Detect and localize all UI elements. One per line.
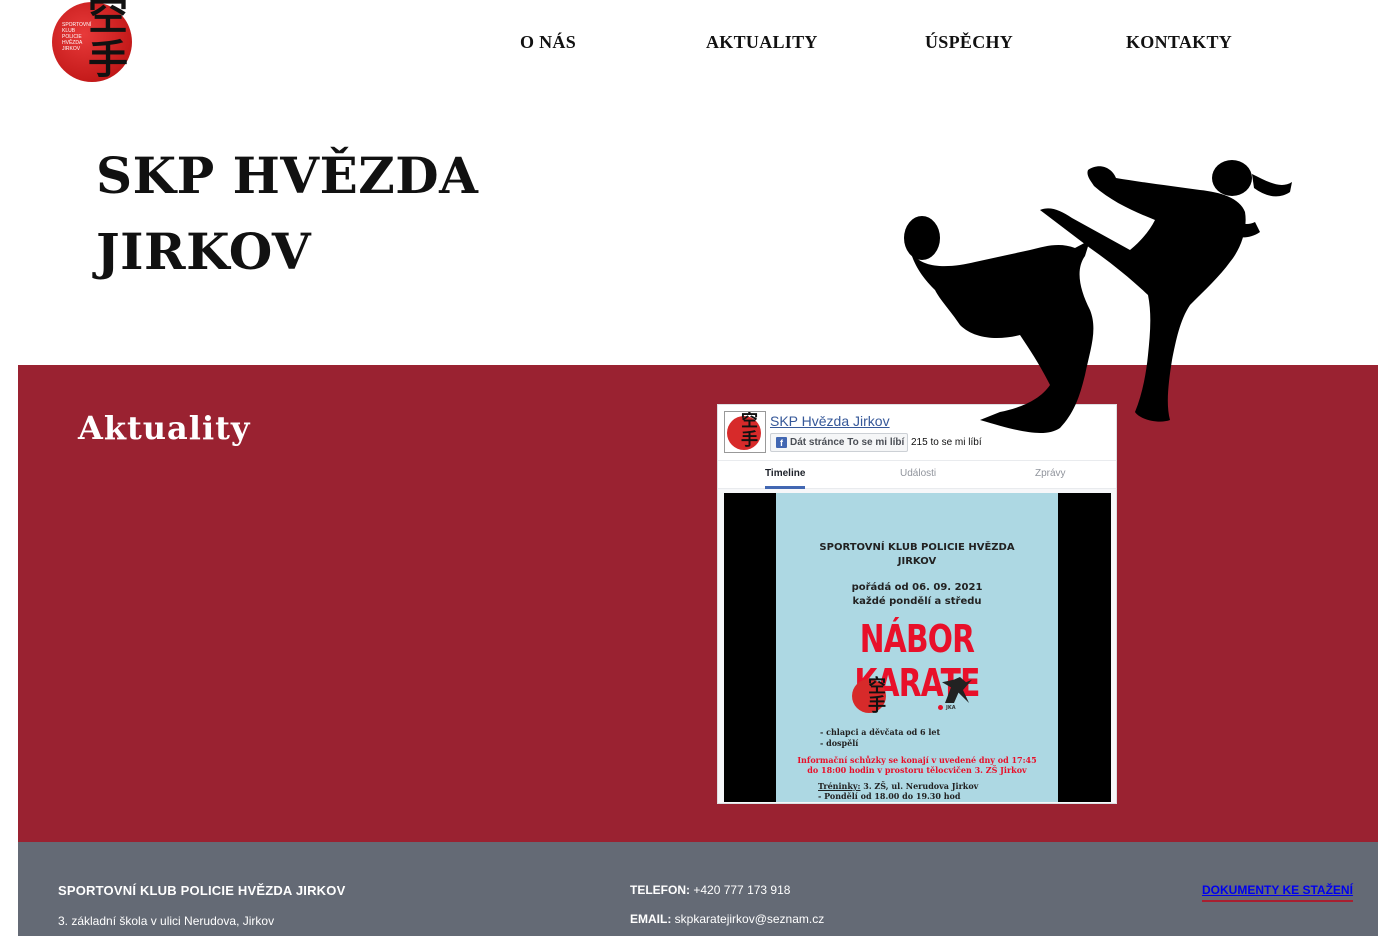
fb-tabs: Timeline Události Zprávy	[718, 460, 1116, 489]
poster-date-line1: pořádá od 06. 09. 2021	[851, 582, 983, 593]
red-dot-icon	[938, 705, 943, 710]
recruitment-poster: SPORTOVNÍ KLUB POLICIE HVĚZDA JIRKOV poř…	[776, 493, 1058, 802]
poster-org: SPORTOVNÍ KLUB POLICIE HVĚZDA JIRKOV	[776, 541, 1058, 569]
footer-phone-value[interactable]: +420 777 173 918	[693, 883, 790, 897]
poster-org-line2: JIRKOV	[897, 556, 937, 567]
fb-page-avatar[interactable]: 空手	[724, 411, 766, 453]
poster-date-line2: každé pondělí a středu	[852, 596, 982, 607]
footer-phone-label: TELEFON:	[630, 883, 690, 897]
poster-jka-logo: JKA	[938, 677, 978, 715]
poster-list-item: - dospělí	[820, 738, 859, 748]
site-footer: SPORTOVNÍ KLUB POLICIE HVĚZDA JIRKOV 3. …	[18, 842, 1378, 936]
hero-title: SKP HVĚZDA JIRKOV	[96, 138, 478, 290]
fb-page-name[interactable]: SKP Hvězda Jirkov	[770, 413, 890, 429]
fighter-right-ponytail	[1252, 174, 1292, 197]
nav-o-nas[interactable]: O NÁS	[520, 32, 576, 53]
poster-headline: NÁBOR KARATE	[854, 617, 980, 705]
nav-kontakty[interactable]: KONTAKTY	[1126, 32, 1232, 53]
fighter-left-head	[904, 216, 940, 260]
footer-address: 3. základní škola v ulici Nerudova, Jirk…	[58, 914, 275, 928]
karate-fighters-illustration	[904, 160, 1292, 434]
poster-training-label: Tréninky:	[818, 781, 861, 791]
poster-training-time: - Pondělí od 18.00 do 19.30 hod	[818, 791, 961, 801]
hero-title-line2: JIRKOV	[96, 222, 312, 281]
poster-logo-kanji: 空手	[868, 676, 886, 716]
poster-org-line1: SPORTOVNÍ KLUB POLICIE HVĚZDA	[819, 542, 1015, 553]
poster-info-line1: Informační schůzky se konají v uvedené d…	[797, 755, 1037, 765]
poster-training: Tréninky: 3. ZŠ, ul. Nerudova Jirkov - P…	[818, 781, 978, 801]
poster-list-item: - chlapci a děvčata od 6 let	[820, 727, 941, 737]
fb-tab-udalosti[interactable]: Události	[900, 468, 936, 479]
karate-figure-icon	[942, 677, 972, 703]
footer-email: EMAIL: skpkaratejirkov@seznam.cz	[630, 912, 824, 926]
poster-info-line2: do 18:00 hodin v prostoru tělocvičen 3. …	[807, 765, 1027, 775]
nav-aktuality[interactable]: AKTUALITY	[706, 32, 818, 53]
footer-email-label: EMAIL:	[630, 912, 672, 926]
fb-post-image[interactable]: SPORTOVNÍ KLUB POLICIE HVĚZDA JIRKOV poř…	[724, 493, 1111, 802]
fb-tab-zpravy[interactable]: Zprávy	[1035, 468, 1066, 479]
poster-info: Informační schůzky se konají v uvedené d…	[776, 755, 1058, 775]
poster-jka-text: JKA	[946, 705, 956, 711]
main-nav: O NÁS AKTUALITY ÚSPĚCHY KONTAKTY	[0, 32, 1379, 56]
fb-tab-timeline[interactable]: Timeline	[765, 468, 805, 479]
poster-club-logo: 空手	[852, 676, 886, 716]
news-title: Aktuality	[78, 409, 251, 447]
footer-org-name: SPORTOVNÍ KLUB POLICIE HVĚZDA JIRKOV	[58, 883, 346, 898]
footer-phone: TELEFON: +420 777 173 918	[630, 883, 790, 897]
nav-uspechy[interactable]: ÚSPĚCHY	[925, 32, 1013, 53]
poster-list: - chlapci a děvčata od 6 let - dospělí	[820, 727, 940, 749]
hero-title-line1: SKP HVĚZDA	[96, 146, 479, 205]
footer-email-value[interactable]: skpkaratejirkov@seznam.cz	[675, 912, 825, 926]
fb-avatar-kanji: 空手	[741, 411, 758, 450]
poster-training-place: 3. ZŠ, ul. Nerudova Jirkov	[863, 781, 979, 791]
facebook-page-plugin: 空手 SKP Hvězda Jirkov f Dát stránce To se…	[717, 404, 1117, 804]
fighter-left-body	[910, 240, 1094, 434]
facebook-icon: f	[776, 437, 787, 448]
poster-date: pořádá od 06. 09. 2021 každé pondělí a s…	[776, 581, 1058, 609]
fb-timeline: SPORTOVNÍ KLUB POLICIE HVĚZDA JIRKOV poř…	[718, 489, 1116, 803]
footer-documents-link[interactable]: DOKUMENTY KE STAŽENÍ	[1202, 883, 1353, 902]
fighter-right-head	[1212, 160, 1252, 196]
